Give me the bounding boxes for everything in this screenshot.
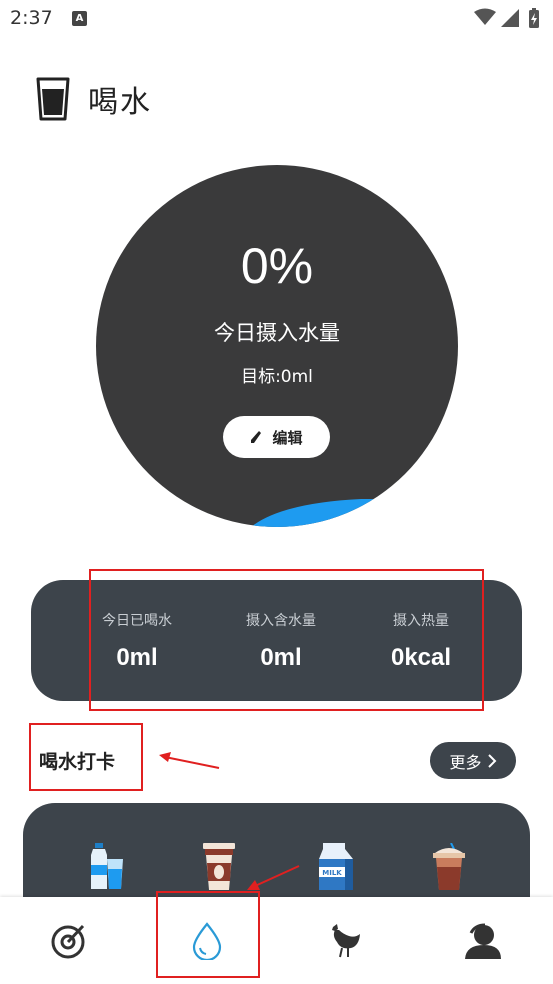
nav-tab-profile[interactable]: [414, 897, 552, 984]
app-header: 喝水: [36, 76, 152, 122]
wifi-icon: [474, 8, 496, 25]
page-title: 喝水: [88, 85, 152, 120]
annotation-box-title: [29, 723, 143, 791]
svg-text:MILK: MILK: [322, 869, 342, 877]
more-button-label: 更多: [449, 752, 482, 772]
milk-carton-icon[interactable]: MILK: [315, 843, 355, 891]
chicken-icon: [332, 923, 360, 957]
edit-button-label: 编辑: [272, 428, 303, 447]
annotation-arrow-title: [159, 752, 220, 769]
coffee-cup-icon[interactable]: [199, 843, 239, 891]
nav-tab-dashboard[interactable]: [0, 897, 138, 984]
status-time: 2:37: [10, 7, 53, 29]
intake-label: 今日摄入水量: [214, 321, 340, 345]
notification-app-icon: A: [72, 11, 87, 26]
annotation-arrow-nav: [247, 865, 300, 890]
annotation-box-nav: [156, 891, 260, 978]
dashboard-icon: [51, 924, 85, 958]
nav-tab-food[interactable]: [276, 897, 414, 984]
battery-charging-icon: [529, 8, 539, 28]
iced-drink-icon[interactable]: [429, 843, 469, 891]
annotation-box-stats: [89, 569, 484, 711]
progress-percent: 0%: [240, 238, 314, 294]
edit-goal-button[interactable]: 编辑: [223, 416, 330, 458]
status-bar: 2:37 A: [0, 0, 553, 38]
water-progress-circle: 0% 今日摄入水量 目标:0ml 编辑: [96, 165, 458, 527]
water-bottle-icon[interactable]: [85, 843, 125, 891]
more-button[interactable]: 更多: [430, 742, 516, 779]
goal-text: 目标:0ml: [241, 367, 313, 387]
profile-icon: [465, 923, 501, 959]
signal-icon: [501, 9, 519, 27]
bottom-nav: [0, 897, 553, 984]
water-glass-icon: [36, 77, 70, 121]
pencil-icon: [251, 431, 262, 443]
chevron-right-icon: [487, 753, 496, 768]
